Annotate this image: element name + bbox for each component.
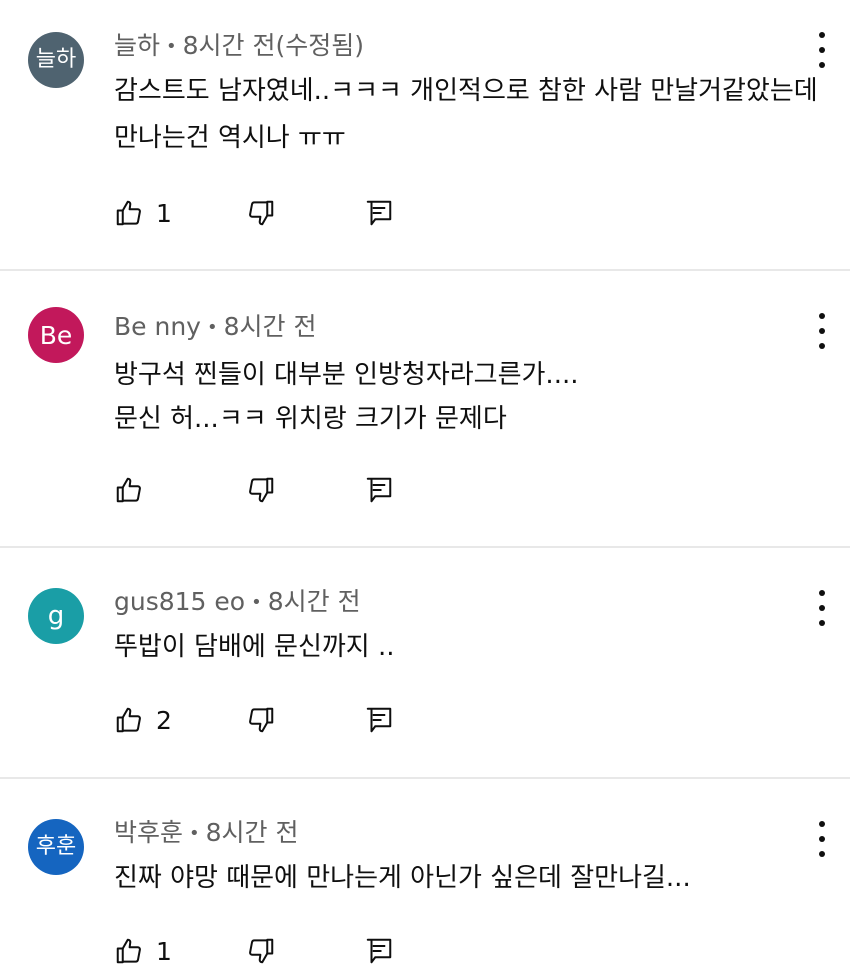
comment-actions: 1 [114, 193, 392, 233]
meta-separator: • [251, 592, 262, 613]
comment-meta: gus815 eo • 8시간 전 [114, 584, 850, 620]
comment-meta: 늘하 • 8시간 전(수정됨) [114, 28, 850, 64]
comment-line: 진짜 야망 때문에 만나는게 아닌가 싶은데 잘만나길... [114, 863, 691, 893]
like-button[interactable]: 2 [114, 700, 172, 740]
comment-actions: 2 [114, 700, 392, 740]
like-count: 1 [156, 936, 172, 966]
reply-icon [366, 707, 392, 733]
more-options-button[interactable] [816, 32, 828, 68]
like-count: 2 [156, 705, 172, 735]
dislike-button[interactable] [246, 193, 276, 233]
like-button[interactable]: 1 [114, 193, 172, 233]
comment-text: 뚜밥이 담배에 문신까지 .. [114, 624, 850, 671]
author-name[interactable]: Be nny [114, 312, 201, 341]
reply-icon [366, 200, 392, 226]
avatar[interactable]: Be [28, 307, 84, 363]
more-options-button[interactable] [816, 821, 828, 857]
reply-icon [366, 938, 392, 964]
meta-separator: • [166, 36, 177, 57]
dislike-button[interactable] [246, 470, 276, 510]
author-name[interactable]: gus815 eo [114, 587, 245, 616]
author-name[interactable]: 늘하 [114, 31, 160, 60]
thumbs-down-icon [249, 477, 274, 503]
author-name[interactable]: 박후훈 [114, 818, 183, 847]
more-options-button[interactable] [816, 313, 828, 349]
comment-actions: 1 [114, 931, 392, 971]
comment-meta: 박후훈 • 8시간 전 [114, 815, 850, 851]
comment-item: g gus815 eo • 8시간 전 뚜밥이 담배에 문신까지 .. 2 [0, 546, 850, 777]
reply-button[interactable] [364, 193, 394, 233]
comment-line: 만나는건 역시나 ㅠㅠ [114, 123, 346, 153]
comment-actions [114, 470, 392, 510]
avatar[interactable]: 늘하 [28, 32, 84, 88]
reply-button[interactable] [364, 700, 394, 740]
dislike-button[interactable] [246, 931, 276, 971]
comment-item: 후훈 박후훈 • 8시간 전 진짜 야망 때문에 만나는게 아닌가 싶은데 잘만나길… [0, 777, 850, 977]
thumbs-down-icon [249, 938, 274, 964]
more-vert-icon [819, 590, 825, 596]
comment-text: 방구석 찐들이 대부분 인방청자라그른가.... 문신 허...ㅋㅋ 위치랑 크… [114, 353, 850, 441]
more-vert-icon [819, 32, 825, 38]
comment-text: 진짜 야망 때문에 만나는게 아닌가 싶은데 잘만나길... [114, 855, 850, 902]
avatar[interactable]: g [28, 588, 84, 644]
like-button[interactable]: 1 [114, 931, 172, 971]
more-vert-icon [819, 821, 825, 827]
thumbs-up-icon [116, 200, 141, 226]
dislike-button[interactable] [246, 700, 276, 740]
reply-button[interactable] [364, 931, 394, 971]
comment-time: 8시간 전(수정됨) [182, 31, 365, 60]
comment-item: Be Be nny • 8시간 전 방구석 찐들이 대부분 인방청자라그른가....… [0, 269, 850, 546]
more-vert-icon [819, 313, 825, 319]
comment-meta: Be nny • 8시간 전 [114, 309, 850, 345]
thumbs-up-icon [116, 477, 141, 503]
comment-line: 뚜밥이 담배에 문신까지 .. [114, 632, 395, 662]
meta-separator: • [206, 317, 218, 338]
comment-time: 8시간 전 [267, 587, 361, 616]
comment-item: 늘하 늘하 • 8시간 전(수정됨) 감스트도 남자였네..ㅋㅋㅋ 개인적으로 참한… [0, 0, 850, 269]
reply-icon [366, 477, 392, 503]
thumbs-down-icon [249, 707, 274, 733]
meta-separator: • [189, 823, 200, 844]
comment-time: 8시간 전 [205, 818, 299, 847]
comment-line: 문신 허...ㅋㅋ 위치랑 크기가 문제다 [114, 404, 507, 434]
like-button[interactable] [114, 470, 170, 510]
thumbs-up-icon [116, 938, 141, 964]
reply-button[interactable] [364, 470, 394, 510]
like-count: 1 [156, 198, 172, 228]
more-options-button[interactable] [816, 590, 828, 626]
comment-line: 감스트도 남자였네..ㅋㅋㅋ 개인적으로 참한 사람 만날거같았는데 [114, 76, 818, 106]
thumbs-down-icon [249, 200, 274, 226]
comment-time: 8시간 전 [223, 312, 317, 341]
comment-text: 감스트도 남자였네..ㅋㅋㅋ 개인적으로 참한 사람 만날거같았는데 만나는건 … [114, 68, 850, 162]
comment-line: 방구석 찐들이 대부분 인방청자라그른가.... [114, 360, 579, 390]
thumbs-up-icon [116, 707, 141, 733]
avatar[interactable]: 후훈 [28, 819, 84, 875]
